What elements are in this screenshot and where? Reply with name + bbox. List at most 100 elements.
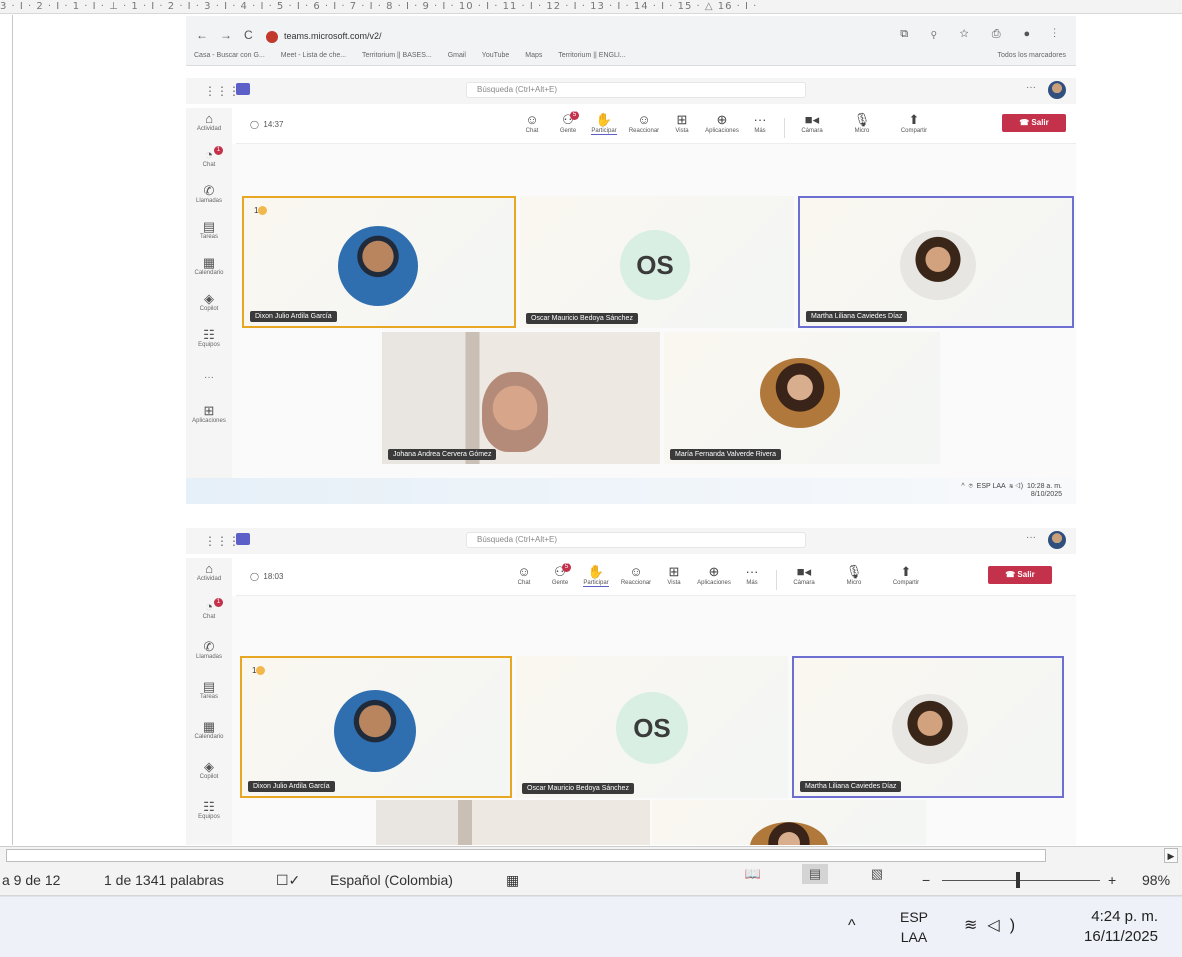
tool-view[interactable]: ⊞ Vista <box>664 112 700 134</box>
bookmark[interactable]: YouTube <box>482 52 510 59</box>
tool-chat[interactable]: ☺ Chat <box>506 564 542 586</box>
leave-button[interactable]: ☎ Salir <box>988 566 1052 584</box>
avatar[interactable] <box>1048 81 1066 99</box>
rail-activity[interactable]: ⌂ Actividad <box>186 111 232 133</box>
zoom-slider-thumb[interactable] <box>1016 872 1020 888</box>
rail-more[interactable]: ··· <box>186 372 232 383</box>
zoom-out-button[interactable]: − <box>922 872 930 888</box>
proofing-icon[interactable]: ☐✓ <box>276 872 300 889</box>
more-icon[interactable]: ··· <box>1026 82 1036 93</box>
wifi-icon[interactable]: ≋ <box>964 917 987 934</box>
bookmark[interactable]: Casa - Buscar con G... <box>194 52 265 59</box>
tool-view[interactable]: ⊞ Vista <box>656 564 692 586</box>
participant-tile[interactable]: Martha Liliana Caviedes Díaz <box>792 656 1064 798</box>
participant-video-tile[interactable] <box>376 800 650 845</box>
leave-button[interactable]: ☎ Salir <box>1002 114 1066 132</box>
search-input[interactable]: Búsqueda (Ctrl+Alt+E) <box>466 532 806 548</box>
rail-tasks[interactable]: ▤ Tareas <box>186 680 232 701</box>
tool-apps[interactable]: ⊕ Aplicaciones <box>704 112 740 134</box>
accessibility-icon[interactable]: ▦ <box>506 872 519 889</box>
participant-tile[interactable]: María Fernanda Valverde Rivera <box>664 332 940 464</box>
tool-chat[interactable]: ☺ Chat <box>514 112 550 134</box>
rail-calls[interactable]: ✆ Llamadas <box>186 640 232 661</box>
page-indicator[interactable]: a 9 de 12 <box>2 872 60 888</box>
browser-toolbar-icons[interactable]: ⧉ ⚲ ☆ ⎙ ● ⋮ <box>900 28 1066 41</box>
reload-button[interactable]: C <box>244 28 253 42</box>
rail-calendar[interactable]: ▦ Calendario <box>186 255 232 277</box>
web-layout-button[interactable]: ▧ <box>864 864 890 884</box>
tool-people[interactable]: ⚇ 5 Gente <box>550 111 586 134</box>
tool-people[interactable]: ⚇ 5 Gente <box>542 563 578 586</box>
scroll-right-icon[interactable]: ▶ <box>1164 848 1178 863</box>
forward-button[interactable]: → <box>220 28 232 42</box>
bell-icon: ⌂ <box>205 111 213 126</box>
bookmark[interactable]: Territorium || ENGLI... <box>558 52 625 59</box>
calendar-icon: ▦ <box>202 255 216 270</box>
rail-apps[interactable]: ⊞ Aplicaciones <box>186 404 232 425</box>
rail-copilot[interactable]: ◈ Copilot <box>186 760 232 781</box>
volume-icon[interactable]: ◁) <box>987 917 1025 934</box>
scrollbar-track[interactable] <box>6 849 1046 862</box>
back-button[interactable]: ← <box>196 28 208 42</box>
bookmark[interactable]: Gmail <box>448 52 466 59</box>
all-bookmarks[interactable]: Todos los marcadores <box>998 52 1066 59</box>
rail-calendar[interactable]: ▦ Calendario <box>186 720 232 741</box>
tray-icons[interactable]: ≋◁) <box>964 915 1025 935</box>
rail-calls[interactable]: ✆ Llamadas <box>186 184 232 205</box>
apps-icon: ⊕ <box>716 112 728 127</box>
tool-share[interactable]: ⬆ Compartir <box>888 564 924 586</box>
app-launcher-icon[interactable]: ⋮⋮⋮ <box>204 534 240 548</box>
rail-activity[interactable]: ⌂ Actividad <box>186 562 232 583</box>
participant-tile[interactable]: Martha Liliana Caviedes Díaz <box>798 196 1074 328</box>
meeting-stage: 1 Dixon Julio Ardila García OS Oscar Mau… <box>232 144 1076 478</box>
tool-share[interactable]: ⬆ Compartir <box>896 112 932 134</box>
tool-camera[interactable]: ■◂ Cámara <box>786 564 822 586</box>
read-mode-button[interactable]: 📖 <box>740 864 766 884</box>
tool-react[interactable]: ☺ Reaccionar <box>626 112 662 134</box>
bookmark[interactable]: Territorium || BASES... <box>362 52 432 59</box>
system-clock[interactable]: 4:24 p. m. 16/11/2025 <box>1054 907 1158 947</box>
print-layout-button[interactable]: ▤ <box>802 864 828 884</box>
more-icon[interactable]: ··· <box>1026 532 1036 543</box>
chat-icon: ☺ <box>525 112 539 127</box>
react-icon: ☺ <box>637 112 651 127</box>
rail-teams[interactable]: ☷ Equipos <box>186 800 232 821</box>
show-hidden-icons-button[interactable]: ^ <box>848 917 856 935</box>
participant-tile[interactable] <box>652 800 926 845</box>
people-icon: ⚇ <box>562 112 574 127</box>
zoom-in-button[interactable]: + <box>1108 872 1116 888</box>
rail-chat[interactable]: ◔ 1 Chat <box>186 598 232 620</box>
tool-more[interactable]: ··· Más <box>742 112 778 134</box>
search-input[interactable]: Búsqueda (Ctrl+Alt+E) <box>466 82 806 98</box>
tool-mic-muted[interactable]: 🎙 Micro <box>836 564 872 586</box>
zoom-level[interactable]: 98% <box>1142 872 1170 888</box>
word-count[interactable]: 1 de 1341 palabras <box>104 872 224 888</box>
bookmark[interactable]: Meet - Lista de che... <box>281 52 346 59</box>
rail-copilot[interactable]: ◈ Copilot <box>186 292 232 313</box>
tool-camera[interactable]: ■◂ Cámara <box>794 112 830 134</box>
participant-video-tile[interactable]: Johana Andrea Cervera Gómez <box>382 332 660 464</box>
app-launcher-icon[interactable]: ⋮⋮⋮ <box>204 84 240 98</box>
input-language[interactable]: ESP LAA <box>900 907 928 947</box>
zoom-slider-track[interactable] <box>942 880 1100 881</box>
rail-chat[interactable]: ◔ 1 Chat <box>186 146 232 168</box>
more-icon: ··· <box>745 564 759 579</box>
horizontal-scrollbar[interactable]: ▶ <box>0 846 1182 864</box>
avatar[interactable] <box>1048 531 1066 549</box>
rail-teams[interactable]: ☷ Equipos <box>186 328 232 349</box>
participant-tile[interactable]: OS Oscar Mauricio Bedoya Sánchez <box>516 656 788 798</box>
participant-tile[interactable]: 1 Dixon Julio Ardila García <box>242 196 516 328</box>
bookmark[interactable]: Maps <box>525 52 542 59</box>
rail-tasks[interactable]: ▤ Tareas <box>186 220 232 241</box>
tool-raise-hand[interactable]: ✋ Participar <box>586 112 622 135</box>
document-ruler[interactable]: 3 · I · 2 · I · 1 · I · ⊥ · 1 · I · 2 · … <box>0 0 1182 14</box>
tool-mic[interactable]: 🎙 Micro <box>844 112 880 134</box>
participant-tile[interactable]: 1 Dixon Julio Ardila García <box>240 656 512 798</box>
tool-apps[interactable]: ⊕ Aplicaciones <box>696 564 732 586</box>
tool-more[interactable]: ··· Más <box>734 564 770 586</box>
participant-tile[interactable]: OS Oscar Mauricio Bedoya Sánchez <box>520 196 794 328</box>
language-indicator[interactable]: Español (Colombia) <box>330 872 453 888</box>
tool-raise-hand[interactable]: ✋ Participar <box>578 564 614 587</box>
tool-react[interactable]: ☺ Reaccionar <box>618 564 654 586</box>
address-bar[interactable]: teams.microsoft.com/v2/ <box>266 28 886 44</box>
